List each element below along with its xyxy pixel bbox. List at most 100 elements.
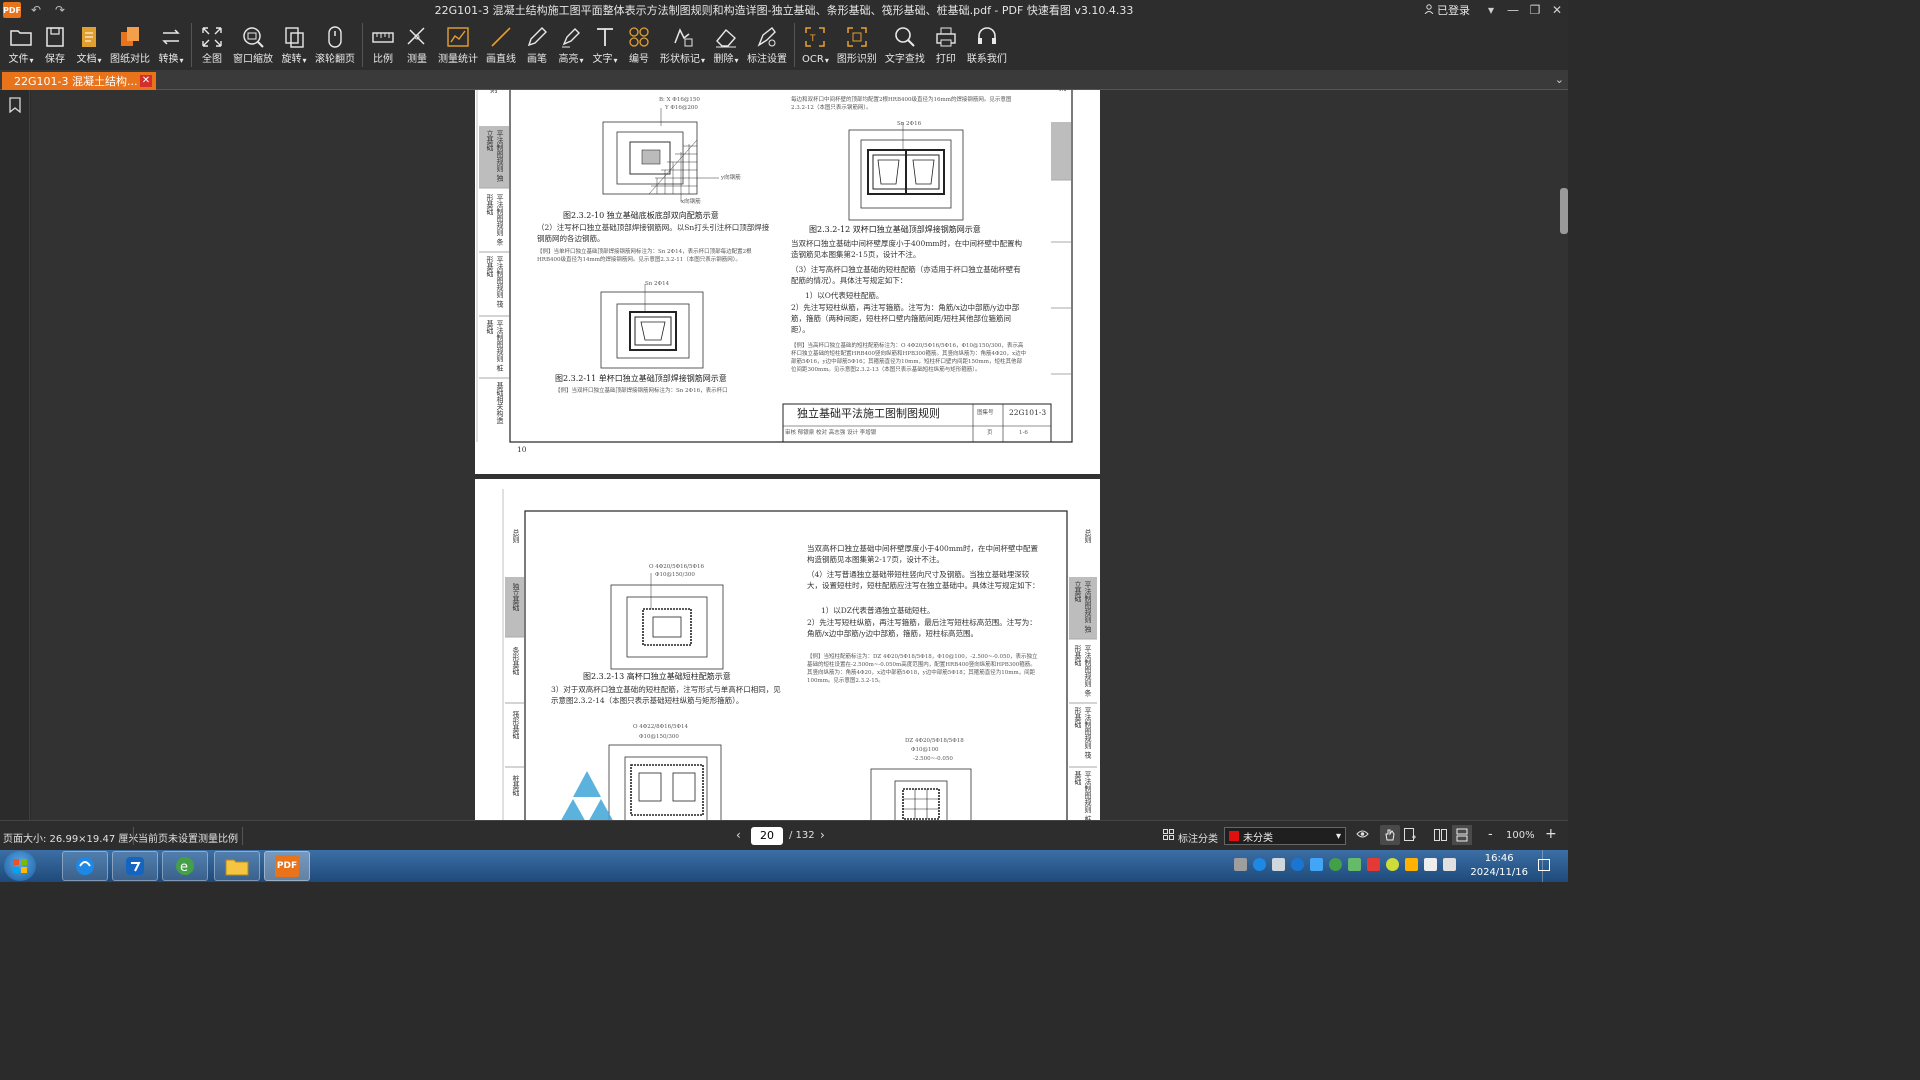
tray-network-icon[interactable] [1424,858,1437,871]
toolbar-button-1[interactable]: 文件 ▾ [4,20,38,70]
fig1-y-label: y向钢筋 [721,175,741,181]
dropdown-chevron-icon[interactable]: ▾ [825,56,829,65]
taskbar-pdf-app-icon[interactable]: PDF [264,851,310,881]
toolbar-button-label: 图纸对比 [110,54,150,65]
tray-speaker-muted-icon[interactable] [1367,858,1380,871]
title-block-signatures: 审核 郁银泉 校对 高志强 设计 李增银 [785,430,877,436]
taskbar-browser-icon[interactable] [62,851,108,881]
toolbar-button-18[interactable]: 形状标记 ▾ [656,20,709,70]
toolbar-button-15[interactable]: 高亮 ▾ [554,20,588,70]
tray-google-icon[interactable] [1291,858,1304,871]
prev-page-chevron-icon[interactable]: ‹ [736,828,741,842]
dropdown-chevron-icon[interactable]: ▾ [701,56,705,65]
bookmark-icon[interactable] [8,97,22,117]
tray-shield-icon[interactable] [1272,858,1285,871]
toolbar-button-8[interactable]: 旋转 ▾ [277,20,311,70]
toolbar-button-21[interactable]: T OCR ▾ [798,20,833,70]
tray-chat-icon[interactable] [1386,858,1399,871]
tray-browser-icon[interactable] [1329,858,1342,871]
tab-close-icon[interactable]: ✕ [140,75,152,87]
vertical-scrollbar-thumb[interactable] [1560,188,1568,234]
dropdown-chevron-icon[interactable]: ▾ [579,56,583,65]
toolbar-button-13[interactable]: 画直线 [482,20,520,70]
hand-tool-icon[interactable] [1380,825,1400,845]
login-status[interactable]: 已登录 [1424,2,1470,18]
toolbar-button-24[interactable]: 打印 [929,20,963,70]
ocr-icon: T [802,24,828,50]
toolbar-button-10[interactable]: 比例 [366,20,400,70]
start-button[interactable] [4,851,36,881]
system-tray [1234,858,1456,871]
toolbar-button-2[interactable]: 保存 [38,20,72,70]
dropdown-chevron-icon[interactable]: ▾ [613,56,617,65]
toolbar-button-20[interactable]: 标注设置 [743,20,791,70]
page1-para-5: 2）先注写短柱纵筋，再注写箍筋。注写为：角筋/x边中部筋/y边中部筋，箍筋（两种… [791,303,1020,334]
status-divider [133,827,134,845]
zoom-out-button[interactable]: - [1488,827,1493,842]
continuous-view-icon[interactable] [1452,825,1472,845]
toolbar-button-4[interactable]: 图纸对比 [106,20,154,70]
section-side-tab: 独立基础 [512,583,520,611]
toolbar-button-25[interactable]: 联系我们 [963,20,1011,70]
fig5-annotation-1: O 4Φ22/8Φ16/5Φ14 [633,724,688,730]
tray-update-icon[interactable] [1405,858,1418,871]
maximize-button[interactable]: ❐ [1524,0,1546,20]
document-tab[interactable]: 22G101-3 混凝土结构... ✕ [2,72,156,90]
close-button[interactable]: ✕ [1546,0,1568,20]
toolbar-button-5[interactable]: 转换 ▾ [154,20,188,70]
toolbar-button-17[interactable]: 编号 [622,20,656,70]
taskbar-messenger-icon[interactable] [112,851,158,881]
toolbar-separator [794,23,796,67]
menu-dropdown-icon[interactable]: ▾ [1480,0,1502,20]
toolbar-button-label: 保存 [45,54,65,65]
undo-icon[interactable]: ↶ [27,2,45,18]
tray-keyboard-icon[interactable] [1234,858,1247,871]
toolbar-button-19[interactable]: 删除 ▾ [709,20,743,70]
toolbar-button-label: 文字 [592,54,613,65]
zoom-in-button[interactable]: + [1545,826,1557,842]
redo-icon[interactable]: ↷ [51,2,69,18]
taskbar-ie-icon[interactable]: e [162,851,208,881]
toolbar-button-12[interactable]: 测量统计 [434,20,482,70]
toolbar-button-7[interactable]: 窗口缩放 [229,20,277,70]
fig3-annotation: Sn 2Φ16 [897,121,922,127]
toolbar-button-22[interactable]: 图形识别 [833,20,881,70]
fig6-annotation-3: -2.500~-0.050 [913,756,953,762]
toolbar-button-3[interactable]: 文档 ▾ [72,20,106,70]
left-sidebar [0,90,30,820]
tray-help-icon[interactable] [1253,858,1266,871]
eye-icon[interactable] [1356,829,1369,842]
dropdown-chevron-icon[interactable]: ▾ [29,56,33,65]
toolbar-button-label: 文档 [76,54,97,65]
toolbar-button-14[interactable]: 画笔 [520,20,554,70]
annotation-category-select[interactable]: 未分类 ▾ [1224,827,1346,845]
toolbar-button-11[interactable]: 测量 [400,20,434,70]
dropdown-chevron-icon[interactable]: ▾ [97,56,101,65]
page2-right-para-1: 当双高杯口独立基础中间杯壁厚度小于400mm时，在中间杯壁中配置构造钢筋见本图集… [807,544,1039,564]
toolbar-button-16[interactable]: 文字 ▾ [588,20,622,70]
show-desktop-button[interactable] [1542,850,1568,882]
system-clock[interactable]: 16:46 2024/11/16 [1470,852,1528,880]
tab-list-chevron-icon[interactable]: ⌄ [1555,73,1564,86]
taskbar-folder-icon[interactable] [214,851,260,881]
toolbar-button-6[interactable]: 全图 [195,20,229,70]
dropdown-chevron-icon[interactable]: ▾ [302,56,306,65]
tray-app-icon[interactable] [1310,858,1323,871]
dropdown-chevron-icon[interactable]: ▾ [179,56,183,65]
document-viewer[interactable]: 则 则 B: X Φ16@150 Y Φ16@200 y向钢筋 x向钢筋 图2.… [31,90,1568,820]
tray-volume-icon[interactable] [1443,858,1456,871]
next-page-chevron-icon[interactable]: › [820,828,825,842]
add-page-icon[interactable] [1404,828,1416,845]
section-side-tab: 平法制图规则 条形基础 [1074,645,1092,697]
toolbar-button-23[interactable]: 文字查找 [881,20,929,70]
page-number-input[interactable]: 20 [751,827,783,845]
dual-page-view-icon[interactable] [1434,829,1447,844]
tray-security-icon[interactable] [1348,858,1361,871]
fig3-caption: 图2.3.2-12 双杯口独立基础顶部焊接钢筋网示意 [809,225,981,234]
category-color-swatch [1229,831,1239,841]
minimize-button[interactable]: — [1502,0,1524,20]
toolbar-button-9[interactable]: 滚轮翻页 [311,20,359,70]
fig1-annotation-1: B: X Φ16@150 [659,97,700,103]
toolbar-separator [362,23,363,67]
dropdown-chevron-icon[interactable]: ▾ [735,56,739,65]
